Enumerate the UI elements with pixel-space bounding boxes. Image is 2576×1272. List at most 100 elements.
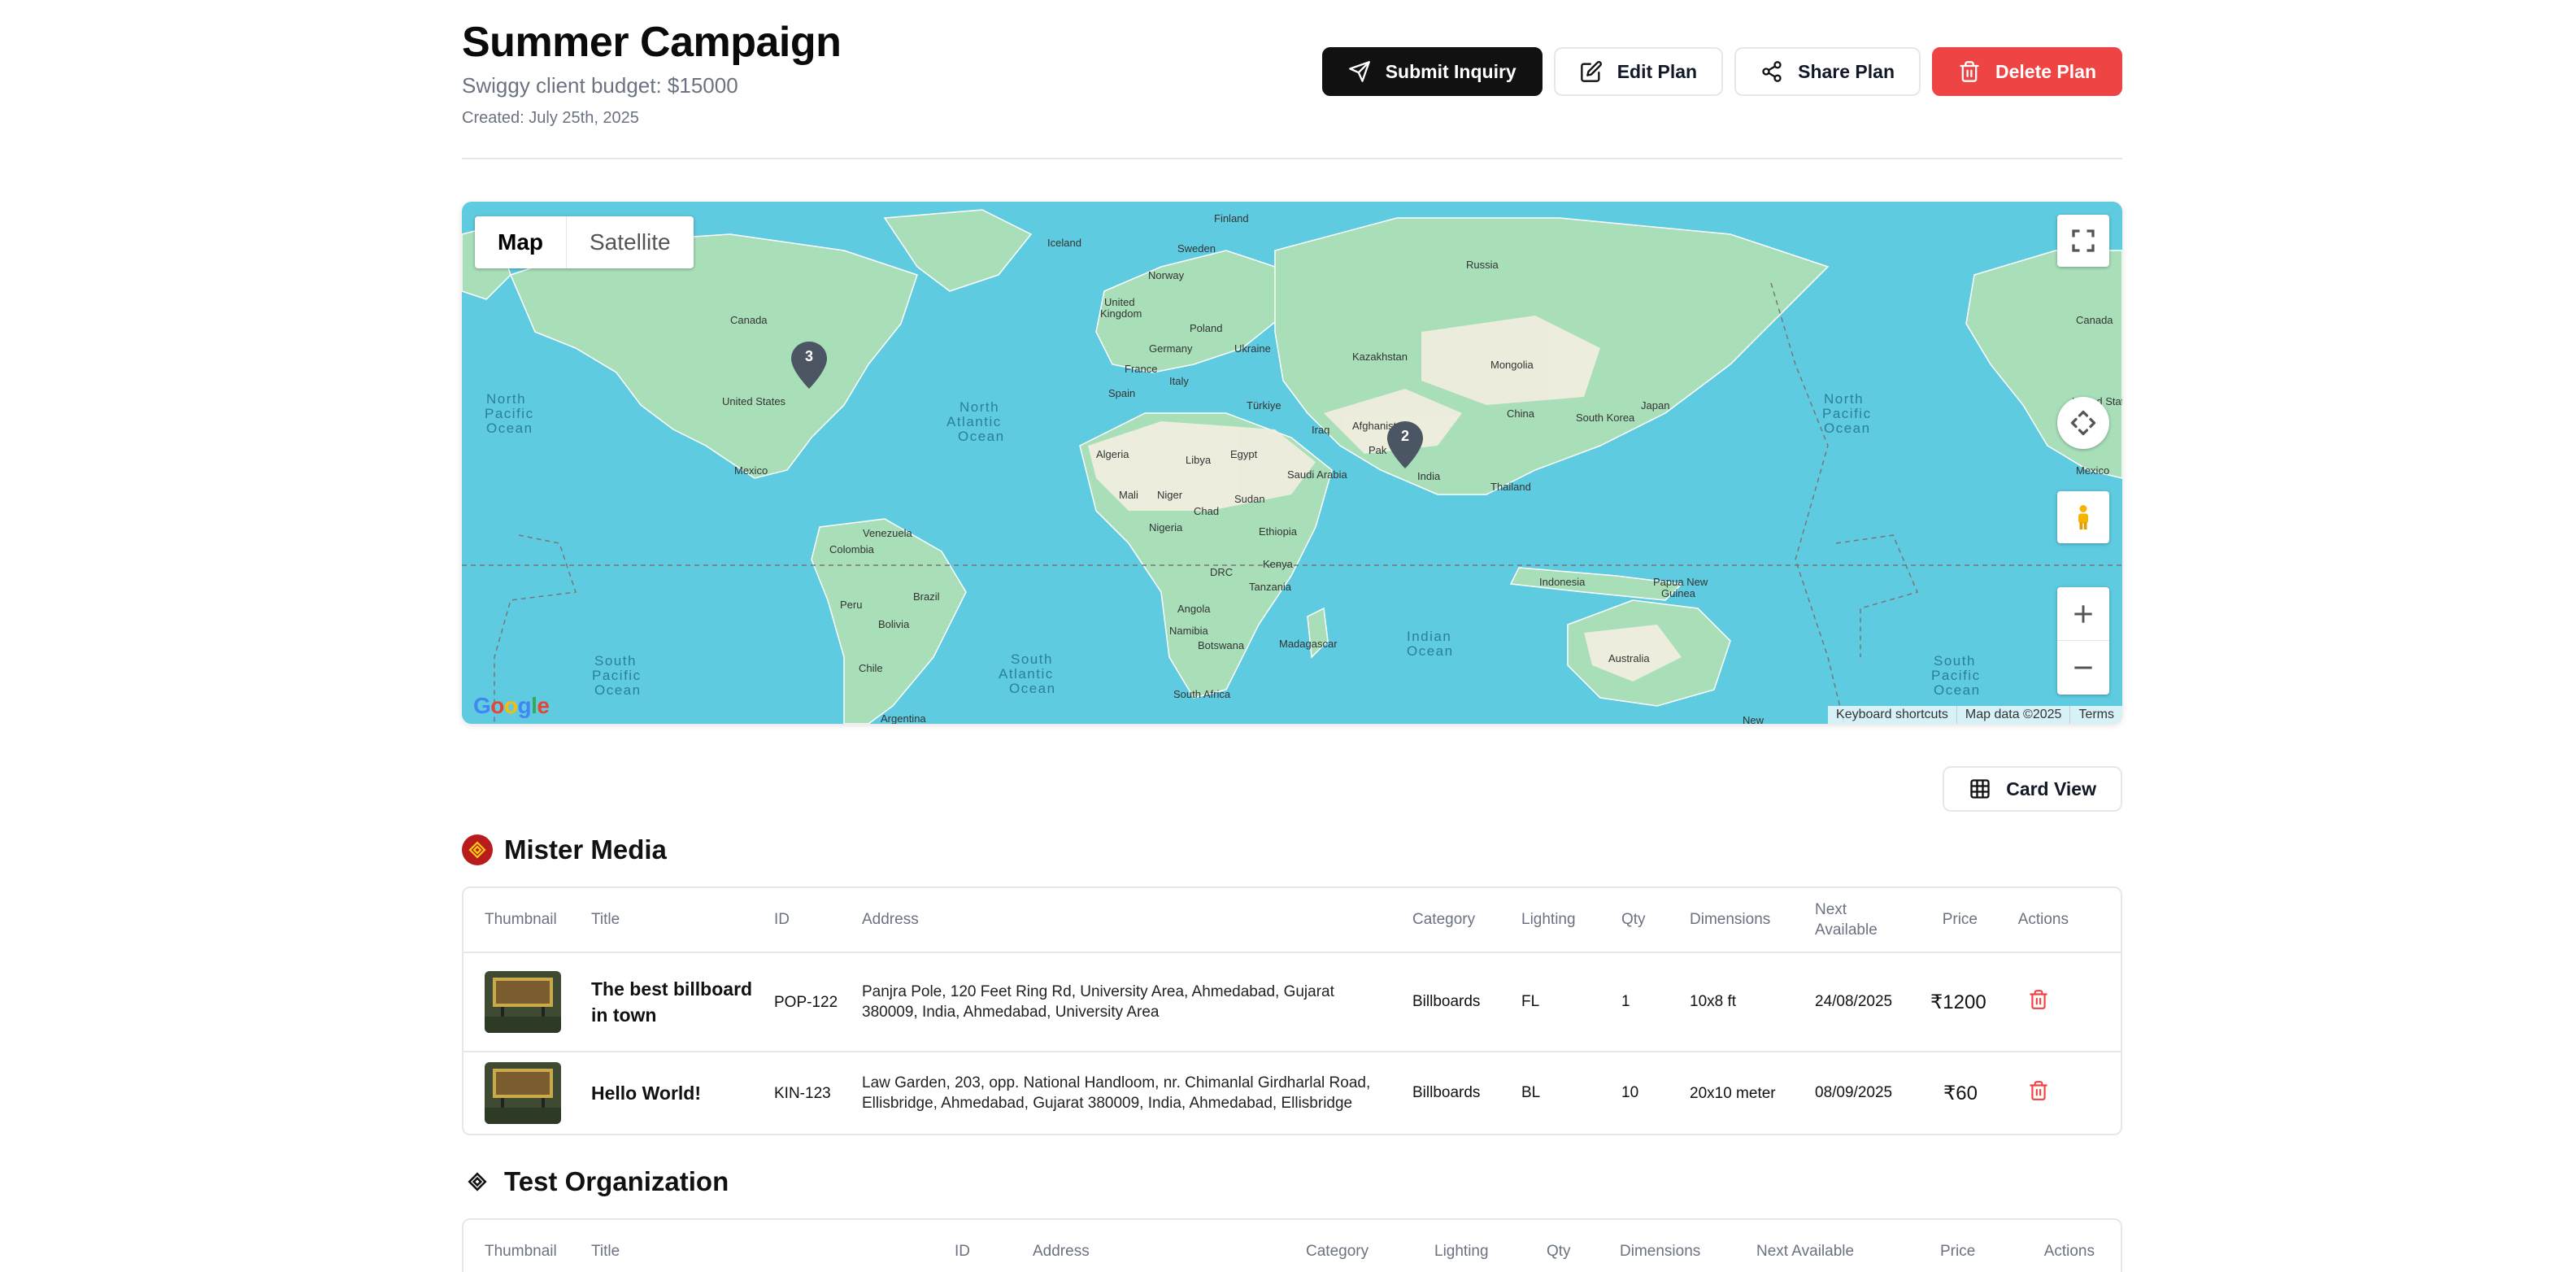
row-delete-button[interactable] [1987,1080,2078,1106]
svg-text:Pak: Pak [1368,444,1387,456]
row-qty: 10 [1621,1084,1639,1101]
delete-plan-button[interactable]: Delete Plan [1932,47,2122,96]
col-address: Address [1033,1243,1090,1260]
svg-text:Bolivia: Bolivia [878,618,910,630]
svg-text:Russia: Russia [1466,259,1499,271]
svg-text:Pacific: Pacific [1822,406,1872,421]
col-category: Category [1306,1243,1369,1260]
row-delete-button[interactable] [1987,989,2078,1015]
camera-control-button[interactable] [2057,397,2109,449]
share-plan-button[interactable]: Share Plan [1734,47,1921,96]
plan-container: Summer Campaign Swiggy client budget: $1… [462,0,2122,1272]
minus-icon [2074,666,2092,669]
map-marker-india[interactable]: 2 [1387,421,1423,468]
map-type-satellite-button[interactable]: Satellite [567,216,694,268]
col-qty: Qty [1621,911,1646,928]
svg-text:Ethiopia: Ethiopia [1259,525,1298,538]
svg-text:South Korea: South Korea [1576,412,1635,424]
svg-text:Mexico: Mexico [2076,464,2109,477]
row-price: ₹1200 [1930,991,1986,1013]
svg-text:Algeria: Algeria [1096,448,1129,460]
svg-text:India: India [1417,470,1441,482]
svg-text:France: France [1125,363,1157,375]
world-map[interactable]: Iceland Finland Sweden Norway Russia United… [462,202,2122,724]
delete-plan-label: Delete Plan [1995,60,2096,82]
svg-text:Germany: Germany [1149,342,1193,355]
svg-text:Niger: Niger [1157,489,1183,501]
map-marker-us[interactable]: 3 [791,342,827,389]
svg-text:North: North [959,399,999,415]
col-next-available: Next Available [1756,1243,1855,1260]
row-title: The best billboard in town [591,978,753,1026]
svg-text:Iraq: Iraq [1312,424,1329,436]
svg-text:United States: United States [722,395,786,407]
campaign-map[interactable]: Iceland Finland Sweden Norway Russia United… [462,202,2122,724]
keyboard-shortcuts-link[interactable]: Keyboard shortcuts [1828,706,1956,724]
svg-text:Ocean: Ocean [1009,681,1056,696]
col-actions: Actions [2043,1243,2095,1260]
svg-text:Libya: Libya [1186,454,1212,466]
svg-text:Canada: Canada [730,314,768,326]
svg-text:Japan: Japan [1641,399,1669,412]
billboard-thumbnail[interactable] [485,971,561,1033]
zoom-in-button[interactable] [2057,587,2109,641]
zoom-out-button[interactable] [2057,641,2109,695]
svg-text:Iceland: Iceland [1047,237,1081,249]
svg-text:Türkiye: Türkiye [1247,399,1281,412]
svg-text:Ocean: Ocean [1934,682,1981,698]
map-marker-us-label: 3 [804,348,813,364]
submit-inquiry-button[interactable]: Submit Inquiry [1321,47,1543,96]
vendor-logo-icon [462,834,493,865]
row-lighting: FL [1521,993,1540,1010]
row-id: KIN-123 [774,1084,831,1102]
plan-budget: Swiggy client budget: $15000 [462,73,738,98]
svg-text:South: South [1011,651,1053,667]
svg-text:Saudi Arabia: Saudi Arabia [1287,468,1347,481]
svg-text:Mexico: Mexico [734,464,768,477]
svg-text:Thailand: Thailand [1490,481,1531,493]
terms-link[interactable]: Terms [2069,706,2122,724]
google-logo: Google [473,693,550,718]
svg-text:Papua New: Papua New [1653,576,1708,588]
col-actions: Actions [2017,911,2069,928]
col-price: Price [1942,911,1978,928]
svg-text:Indian: Indian [1407,629,1451,644]
row-title: Hello World! [591,1083,702,1104]
svg-text:Peru: Peru [840,599,862,611]
card-view-button[interactable]: Card View [1943,766,2122,812]
svg-text:Madagascar: Madagascar [1279,638,1338,650]
svg-text:Guinea: Guinea [1661,587,1696,599]
row-dimensions: 10x8 ft [1690,993,1737,1010]
col-qty: Qty [1547,1243,1571,1260]
svg-text:Italy: Italy [1169,375,1189,387]
svg-text:Canada: Canada [2076,314,2113,326]
vendor-table-mister-media: Thumbnail Title ID Address Category Ligh… [462,886,2122,1135]
map-type-map-button[interactable]: Map [475,216,567,268]
map-attribution: Keyboard shortcuts Map data ©2025 Terms [1828,706,2122,724]
svg-text:Colombia: Colombia [829,543,875,555]
svg-text:Tanzania: Tanzania [1249,581,1292,593]
svg-text:North: North [486,391,526,407]
billboard-thumbnail[interactable] [485,1062,561,1124]
edit-plan-button[interactable]: Edit Plan [1553,47,1724,96]
svg-text:Ocean: Ocean [958,429,1005,444]
svg-text:Atlantic: Atlantic [999,666,1054,682]
plan-page: Summer Campaign Swiggy client budget: $1… [0,0,2576,1272]
col-price: Price [1940,1243,1976,1260]
row-dimensions: 20x10 meter [1690,1084,1776,1102]
col-dimensions: Dimensions [1690,911,1771,928]
plus-icon [2074,604,2092,623]
share-plan-label: Share Plan [1798,60,1895,82]
table-header-row: Thumbnail Title ID Address Category Ligh… [463,1220,2121,1272]
share-icon [1762,61,1782,82]
svg-text:Poland: Poland [1190,322,1222,334]
table-row[interactable]: The best billboard in town POP-122 Panjr… [463,952,2121,1051]
map-data-text: Map data ©2025 [1956,706,2070,724]
fullscreen-button[interactable] [2057,215,2109,267]
svg-text:South: South [1934,653,1976,669]
col-lighting: Lighting [1434,1243,1489,1260]
table-row[interactable]: Hello World! KIN-123 Law Garden, 203, op… [463,1051,2121,1134]
svg-text:South: South [594,653,637,669]
row-next-available: 24/08/2025 [1815,993,1893,1010]
street-view-pegman-button[interactable] [2057,491,2109,543]
